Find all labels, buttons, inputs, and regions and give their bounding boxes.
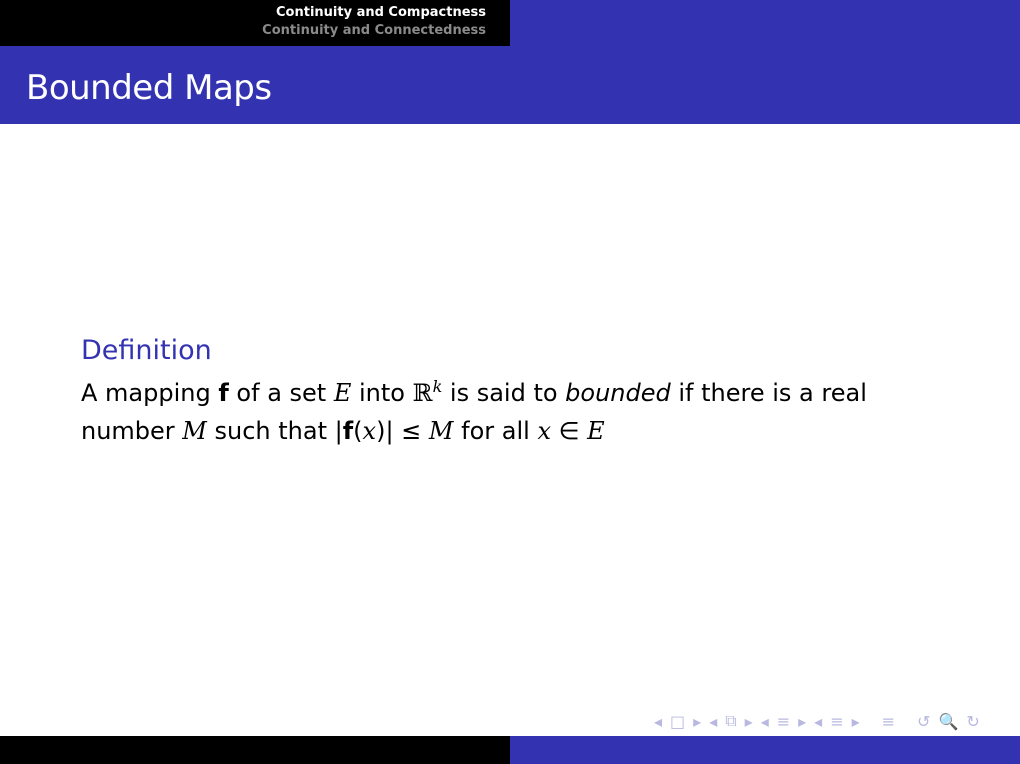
text: for all (453, 417, 538, 445)
text: ( (353, 417, 363, 445)
prev-subsection-icon[interactable]: ◂ (761, 712, 769, 731)
math-M: M (182, 417, 207, 445)
search-icon[interactable]: 🔍 (938, 712, 958, 731)
text: )| ≤ (376, 417, 429, 445)
text: into (351, 379, 413, 407)
math-x: x (362, 417, 377, 445)
text: of a set (228, 379, 334, 407)
definition-body: A mapping f of a set E into ℝk is said t… (81, 368, 951, 450)
emph-bounded: bounded (565, 379, 671, 407)
footer-left (0, 736, 510, 764)
prev-section-icon[interactable]: ◂ (814, 712, 822, 731)
document-icon[interactable]: ≡ (882, 712, 895, 731)
next-section-icon[interactable]: ▸ (852, 712, 860, 731)
next-frame-icon[interactable]: ▸ (745, 712, 753, 731)
section-icon[interactable]: ≡ (830, 712, 843, 731)
text: ∈ (550, 417, 588, 445)
frame-title: Bounded Maps (26, 68, 272, 108)
math-M: M (428, 417, 454, 445)
math-E: E (333, 379, 352, 407)
text: such that | (206, 417, 343, 445)
slide-icon[interactable]: □ (670, 712, 685, 731)
subsection-icon[interactable]: ≡ (777, 712, 790, 731)
footer-bar (0, 736, 1020, 764)
section-next[interactable]: Continuity and Connectedness (262, 23, 486, 38)
back-icon[interactable]: ↺ (917, 712, 930, 731)
text: A mapping (81, 379, 219, 407)
prev-slide-icon[interactable]: ◂ (654, 712, 662, 731)
definition-block: Definition A mapping f of a set E into ℝ… (81, 334, 951, 450)
next-slide-icon[interactable]: ▸ (693, 712, 701, 731)
math-f: f (218, 379, 229, 407)
header-left: Continuity and Compactness Continuity an… (0, 0, 510, 46)
header-bar: Continuity and Compactness Continuity an… (0, 0, 1020, 46)
math-R: ℝ (412, 379, 433, 407)
frame-title-bar: Bounded Maps (0, 46, 1020, 124)
definition-title: Definition (81, 335, 212, 366)
math-f: f (342, 417, 354, 445)
text: is said to (442, 379, 566, 407)
beamer-navigation: ◂ □ ▸ ◂ ⧉ ▸ ◂ ≡ ▸ ◂ ≡ ▸ ≡ ↺ 🔍 ↻ (650, 708, 984, 734)
math-k: k (432, 377, 443, 396)
header-right (510, 0, 1020, 46)
math-x: x (537, 417, 551, 445)
next-subsection-icon[interactable]: ▸ (798, 712, 806, 731)
section-current[interactable]: Continuity and Compactness (276, 5, 486, 20)
math-E: E (587, 417, 605, 445)
prev-frame-icon[interactable]: ◂ (709, 712, 717, 731)
frame-icon[interactable]: ⧉ (725, 711, 736, 731)
footer-right (510, 736, 1020, 764)
forward-icon[interactable]: ↻ (966, 712, 979, 731)
